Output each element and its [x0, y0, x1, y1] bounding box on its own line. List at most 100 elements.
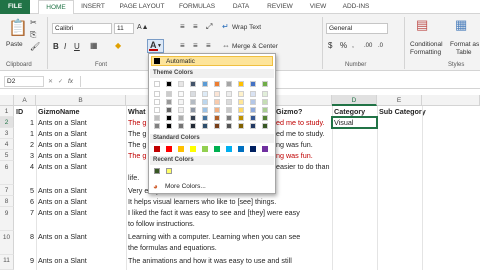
theme-color-swatch[interactable]: [166, 81, 172, 87]
align-right-icon[interactable]: ≡: [206, 41, 211, 51]
cell-a1[interactable]: ID: [16, 106, 36, 117]
cell-c9-line1[interactable]: I liked the fact it was easy to see and …: [128, 207, 332, 218]
cell-c3[interactable]: The g: [128, 128, 148, 139]
theme-color-swatch[interactable]: [202, 91, 208, 97]
cell-c4-tail[interactable]: ng was fun.: [276, 139, 332, 150]
cell-c6-tail[interactable]: easier to do than real: [276, 161, 332, 172]
theme-color-swatch[interactable]: [166, 99, 172, 105]
row-header[interactable]: 5: [0, 150, 14, 161]
cell-c10-line1[interactable]: Learning with a computer. Learning when …: [128, 231, 332, 242]
orientation-icon[interactable]: ⤢: [206, 22, 212, 32]
font-name-box[interactable]: Calibri: [52, 23, 112, 34]
row-header[interactable]: 9: [0, 207, 14, 231]
more-colors-option[interactable]: More Colors...: [165, 183, 206, 190]
decrease-decimal-icon[interactable]: .0: [378, 41, 383, 51]
standard-color-swatch[interactable]: [250, 146, 256, 152]
cell-b4[interactable]: Ants on a Slant: [38, 139, 126, 150]
row-header[interactable]: 6: [0, 161, 14, 185]
paste-icon[interactable]: 📋: [8, 20, 28, 38]
theme-color-swatch[interactable]: [226, 107, 232, 113]
percent-icon[interactable]: %: [340, 41, 347, 51]
theme-color-swatch[interactable]: [250, 123, 256, 129]
cut-icon[interactable]: ✂: [30, 18, 37, 28]
cancel-icon[interactable]: ✕: [48, 77, 53, 87]
tab-formulas[interactable]: FORMULAS: [174, 0, 220, 14]
standard-color-swatch[interactable]: [202, 146, 208, 152]
standard-color-swatch[interactable]: [190, 146, 196, 152]
copy-icon[interactable]: ⎘: [30, 30, 36, 40]
theme-color-swatch[interactable]: [190, 91, 196, 97]
row-header[interactable]: 8: [0, 196, 14, 207]
cell-c2[interactable]: The g: [128, 117, 148, 128]
theme-color-swatch[interactable]: [238, 99, 244, 105]
theme-color-swatch[interactable]: [238, 123, 244, 129]
cell-c10-line2[interactable]: the formulas and equations.: [128, 242, 332, 253]
cell-a4[interactable]: 2: [14, 139, 34, 150]
tab-add-ins[interactable]: ADD-INS: [336, 0, 376, 14]
cell-c1[interactable]: What: [128, 106, 148, 117]
theme-color-swatch[interactable]: [178, 81, 184, 87]
cell-a11[interactable]: 9: [14, 255, 34, 266]
format-as-table-button[interactable]: Format as: [450, 41, 479, 48]
tab-data[interactable]: DATA: [226, 0, 256, 14]
theme-color-swatch[interactable]: [178, 115, 184, 121]
name-box[interactable]: D2: [4, 76, 44, 87]
cell-a3[interactable]: 1: [14, 128, 34, 139]
cell-b10[interactable]: Ants on a Slant: [38, 231, 126, 242]
theme-color-swatch[interactable]: [202, 81, 208, 87]
theme-color-swatch[interactable]: [166, 91, 172, 97]
increase-decimal-icon[interactable]: .00: [364, 41, 372, 51]
theme-color-swatch[interactable]: [166, 107, 172, 113]
theme-color-swatch[interactable]: [262, 91, 268, 97]
theme-color-swatch[interactable]: [202, 107, 208, 113]
theme-color-swatch[interactable]: [226, 123, 232, 129]
recent-color-swatch[interactable]: [166, 168, 172, 174]
conditional-formatting-icon[interactable]: ▤: [416, 18, 428, 31]
recent-color-swatch[interactable]: [154, 168, 160, 174]
theme-color-swatch[interactable]: [214, 107, 220, 113]
theme-color-swatch[interactable]: [202, 115, 208, 121]
theme-color-swatch[interactable]: [226, 115, 232, 121]
theme-color-swatch[interactable]: [250, 91, 256, 97]
column-header-d[interactable]: D: [332, 95, 377, 106]
wrap-text-button[interactable]: Wrap Text: [232, 24, 261, 31]
cell-b5[interactable]: Ants on a Slant: [38, 150, 126, 161]
theme-color-swatch[interactable]: [250, 107, 256, 113]
theme-color-swatch[interactable]: [238, 107, 244, 113]
row-header[interactable]: 4: [0, 139, 14, 150]
theme-color-swatch[interactable]: [214, 91, 220, 97]
theme-color-swatch[interactable]: [190, 123, 196, 129]
theme-color-swatch[interactable]: [262, 107, 268, 113]
theme-color-swatch[interactable]: [202, 99, 208, 105]
cell-c2-tail[interactable]: ed me to study.: [276, 117, 332, 128]
standard-color-swatch[interactable]: [226, 146, 232, 152]
cell-b3[interactable]: Ants on a Slant: [38, 128, 126, 139]
theme-color-swatch[interactable]: [226, 91, 232, 97]
paste-button[interactable]: Paste: [6, 41, 23, 48]
grow-font-icon[interactable]: A▲: [137, 23, 149, 33]
theme-color-swatch[interactable]: [262, 99, 268, 105]
cell-b1[interactable]: GizmoName: [38, 106, 126, 117]
theme-color-swatch[interactable]: [214, 123, 220, 129]
row-header[interactable]: 7: [0, 185, 14, 196]
cell-c5-tail[interactable]: ng was fun.: [276, 150, 332, 161]
underline-button[interactable]: U: [74, 42, 80, 51]
theme-color-swatch[interactable]: [166, 123, 172, 129]
row-header[interactable]: 3: [0, 128, 14, 139]
italic-button[interactable]: I: [64, 42, 66, 51]
theme-color-swatch[interactable]: [190, 115, 196, 121]
theme-color-swatch[interactable]: [226, 99, 232, 105]
column-header-e[interactable]: E: [377, 95, 422, 106]
format-as-table-button-line2[interactable]: Table: [456, 49, 472, 56]
cell-b8[interactable]: Ants on a Slant: [38, 196, 126, 207]
align-left-icon[interactable]: ≡: [180, 41, 185, 51]
select-all-corner[interactable]: [0, 95, 14, 106]
font-size-box[interactable]: 11: [114, 23, 134, 34]
theme-color-swatch[interactable]: [262, 81, 268, 87]
tab-file[interactable]: FILE: [0, 0, 30, 14]
align-top-icon[interactable]: ≡: [180, 22, 185, 32]
cell-b7[interactable]: Ants on a Slant: [38, 185, 126, 196]
standard-color-swatch[interactable]: [166, 146, 172, 152]
cell-b11[interactable]: Ants on a Slant: [38, 255, 126, 266]
standard-color-swatch[interactable]: [262, 146, 268, 152]
